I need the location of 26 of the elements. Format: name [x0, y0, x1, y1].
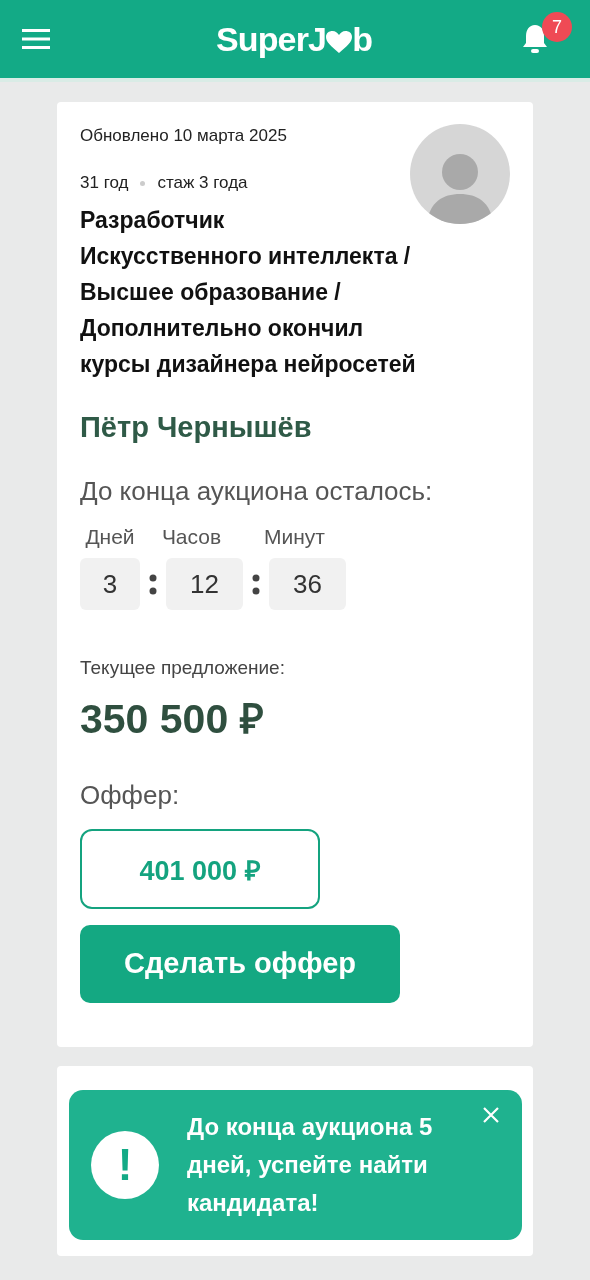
timer-value: 36	[269, 558, 346, 610]
age-text: 31 год	[80, 172, 129, 194]
colon-icon	[149, 572, 157, 596]
candidate-name: Пётр Чернышёв	[80, 410, 313, 445]
menu-icon[interactable]	[22, 29, 50, 49]
close-icon[interactable]	[482, 1106, 500, 1124]
notification-badge: 7	[542, 12, 572, 42]
timer-unit-label: Минут	[264, 523, 325, 550]
make-offer-button[interactable]: Сделать оффер	[80, 925, 400, 1003]
timer-value: 3	[80, 558, 140, 610]
updated-date: Обновлено 10 марта 2025	[80, 125, 288, 147]
timer-value: 12	[166, 558, 243, 610]
job-title: Разработчик Искусственного интеллекта / Высшее образование / Дополнительно окончил курсы дизайнера нейросетей	[80, 206, 416, 379]
experience-text: стаж 3 года	[157, 172, 248, 194]
timer-unit-label: Часов	[161, 523, 222, 550]
superjob-logo[interactable]: SuperJ b	[215, 13, 373, 65]
bell-icon[interactable]	[522, 24, 548, 54]
colon-icon	[252, 572, 260, 596]
offer-label: Оффер:	[80, 779, 181, 812]
toast-message: До конца аукциона 5 дней, успейте найти кандидата!	[187, 1112, 434, 1218]
offer-input[interactable]: 401 000 ₽	[80, 829, 320, 909]
current-offer-label: Текущее предложение:	[80, 656, 286, 680]
auction-label: До конца аукциона осталось:	[80, 474, 434, 508]
exclamation-icon: !	[91, 1131, 159, 1199]
current-price: 350 500 ₽	[80, 694, 265, 744]
timer-unit-label: Дней	[85, 523, 135, 550]
